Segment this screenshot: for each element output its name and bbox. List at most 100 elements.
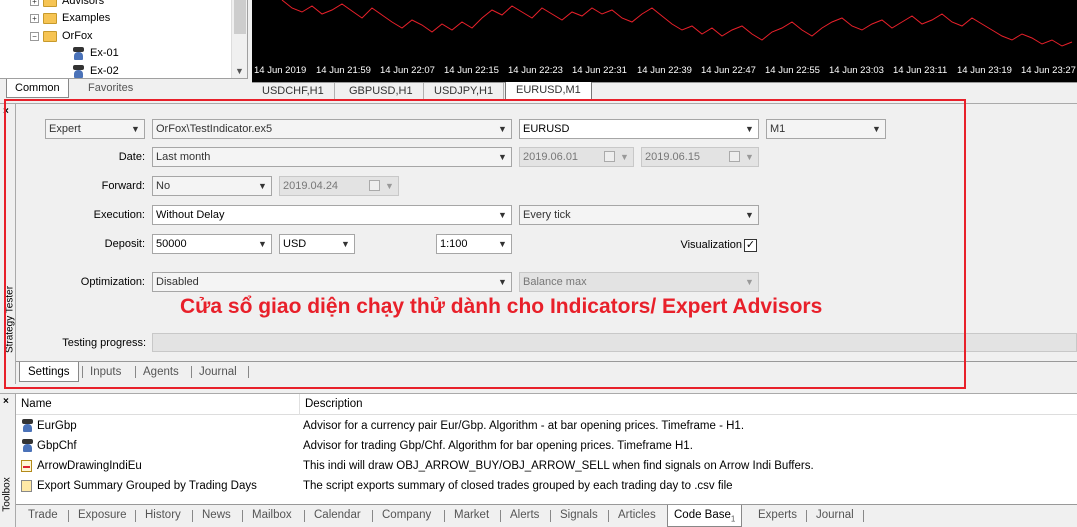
calendar-icon bbox=[729, 151, 740, 162]
expert-advisor-icon bbox=[21, 419, 34, 433]
tab-inputs[interactable]: Inputs bbox=[82, 362, 129, 382]
tab-calendar[interactable]: Calendar bbox=[308, 505, 367, 527]
navigator-scrollbar[interactable]: ▼ bbox=[231, 0, 247, 78]
tab-news[interactable]: News bbox=[196, 505, 237, 527]
row-name: Export Summary Grouped by Trading Days bbox=[37, 480, 257, 492]
tree-item-advisors[interactable]: + Advisors bbox=[30, 0, 104, 9]
tab-trade[interactable]: Trade bbox=[22, 505, 64, 527]
symbol-select[interactable]: EURUSD ▼ bbox=[519, 119, 759, 139]
chart-tab-gbpusd[interactable]: GBPUSD,H1 bbox=[339, 83, 424, 100]
visualization-checkbox[interactable]: ✓ bbox=[744, 239, 757, 252]
date-value: 2019.04.24 bbox=[283, 180, 339, 192]
table-row[interactable]: Export Summary Grouped by Trading Days T… bbox=[16, 476, 1077, 496]
panel-title: Toolbox bbox=[1, 477, 13, 512]
close-icon[interactable]: × bbox=[3, 106, 9, 117]
testing-progress-bar bbox=[152, 333, 1077, 352]
optimization-criterion-select[interactable]: Balance max ▼ bbox=[519, 272, 759, 292]
tab-count-badge: 1 bbox=[730, 514, 736, 524]
tab-exposure[interactable]: Exposure bbox=[72, 505, 133, 527]
column-header-description[interactable]: Description bbox=[300, 394, 363, 415]
tab-agents[interactable]: Agents bbox=[135, 362, 187, 382]
select-value: M1 bbox=[770, 123, 786, 135]
chart-tab-eurusd[interactable]: EURUSD,M1 bbox=[505, 82, 592, 101]
table-row[interactable]: ArrowDrawingIndiEu This indi will draw O… bbox=[16, 456, 1077, 476]
date-value: 2019.06.15 bbox=[645, 151, 701, 163]
terminal-window: + Advisors + Examples − OrFox Ex-01 Ex-0… bbox=[0, 0, 1077, 527]
row-description: This indi will draw OBJ_ARROW_BUY/OBJ_AR… bbox=[303, 460, 814, 472]
tab-alerts[interactable]: Alerts bbox=[504, 505, 545, 527]
expand-icon[interactable]: + bbox=[30, 13, 39, 23]
time-label: 14 Jun 22:47 bbox=[701, 65, 756, 76]
code-base-table-header: Name Description bbox=[16, 394, 1077, 415]
collapse-icon[interactable]: − bbox=[30, 31, 39, 41]
tab-market[interactable]: Market bbox=[448, 505, 495, 527]
tab-experts[interactable]: Experts bbox=[752, 505, 803, 527]
tab-company[interactable]: Company bbox=[376, 505, 437, 527]
time-label: 14 Jun 22:55 bbox=[765, 65, 820, 76]
price-chart[interactable]: 14 Jun 2019 14 Jun 21:59 14 Jun 22:07 14… bbox=[252, 0, 1077, 82]
time-label: 14 Jun 23:19 bbox=[957, 65, 1012, 76]
tab-settings[interactable]: Settings bbox=[19, 362, 79, 382]
tree-item-ex-01[interactable]: Ex-01 bbox=[72, 45, 119, 61]
tab-signals[interactable]: Signals bbox=[554, 505, 604, 527]
expand-icon[interactable]: + bbox=[30, 0, 39, 6]
tree-item-examples[interactable]: + Examples bbox=[30, 10, 110, 26]
tab-mailbox[interactable]: Mailbox bbox=[246, 505, 298, 527]
close-icon[interactable]: × bbox=[3, 396, 9, 407]
time-label: 14 Jun 23:11 bbox=[893, 65, 948, 76]
scrollbar-thumb[interactable] bbox=[234, 0, 246, 34]
price-line bbox=[281, 0, 1073, 47]
tab-separator bbox=[550, 510, 551, 522]
tab-favorites[interactable]: Favorites bbox=[80, 79, 141, 98]
date-from-field[interactable]: 2019.06.01 ▼ bbox=[519, 147, 634, 167]
execution-select[interactable]: Without Delay ▼ bbox=[152, 205, 512, 225]
row-name: GbpChf bbox=[37, 440, 77, 452]
tab-label: Code Base bbox=[674, 509, 731, 521]
chart-tab-usdjpy[interactable]: USDJPY,H1 bbox=[424, 83, 505, 100]
input-value: 50000 bbox=[156, 238, 187, 250]
row-name: EurGbp bbox=[37, 420, 77, 432]
tab-separator bbox=[372, 510, 373, 522]
time-label: 14 Jun 22:15 bbox=[444, 65, 499, 76]
chevron-down-icon: ▼ bbox=[745, 124, 754, 134]
tree-item-ex-02[interactable]: Ex-02 bbox=[72, 63, 119, 79]
forward-select[interactable]: No ▼ bbox=[152, 176, 272, 196]
forward-date-field[interactable]: 2019.04.24 ▼ bbox=[279, 176, 399, 196]
date-label: Date: bbox=[118, 151, 145, 163]
model-select[interactable]: Every tick ▼ bbox=[519, 205, 759, 225]
strategy-tester-sidebar: × Strategy Tester bbox=[0, 104, 16, 384]
table-row[interactable]: GbpChf Advisor for trading Gbp/Chf. Algo… bbox=[16, 436, 1077, 456]
visualization-label: Visualization bbox=[680, 239, 742, 251]
tab-articles[interactable]: Articles bbox=[612, 505, 662, 527]
select-value: Balance max bbox=[523, 276, 587, 288]
tab-journal[interactable]: Journal bbox=[810, 505, 860, 527]
tree-item-label: Ex-01 bbox=[90, 47, 119, 59]
chevron-down-icon: ▼ bbox=[498, 210, 507, 220]
tab-code-base[interactable]: Code Base1 bbox=[667, 505, 743, 527]
tab-common[interactable]: Common bbox=[6, 79, 69, 98]
annotation-caption: Cửa sổ giao diện chạy thử dành cho Indic… bbox=[180, 295, 823, 318]
date-to-field[interactable]: 2019.06.15 ▼ bbox=[641, 147, 759, 167]
currency-select[interactable]: USD ▼ bbox=[279, 234, 355, 254]
tab-journal[interactable]: Journal bbox=[191, 362, 245, 382]
date-select[interactable]: Last month ▼ bbox=[152, 147, 512, 167]
optimization-select[interactable]: Disabled ▼ bbox=[152, 272, 512, 292]
expert-advisor-icon bbox=[21, 439, 34, 453]
time-label: 14 Jun 23:27 bbox=[1021, 65, 1076, 76]
chart-tab-usdchf[interactable]: USDCHF,H1 bbox=[252, 83, 335, 100]
test-type-select[interactable]: Expert ▼ bbox=[45, 119, 145, 139]
leverage-select[interactable]: 1:100 ▼ bbox=[436, 234, 512, 254]
navigator-tabs: Common Favorites bbox=[0, 78, 248, 98]
chevron-down-icon: ▼ bbox=[872, 124, 881, 134]
expert-select[interactable]: OrFox\TestIndicator.ex5 ▼ bbox=[152, 119, 512, 139]
tree-item-orfox[interactable]: − OrFox bbox=[30, 28, 93, 44]
select-value: Expert bbox=[49, 123, 81, 135]
column-header-name[interactable]: Name bbox=[16, 394, 300, 415]
tab-history[interactable]: History bbox=[139, 505, 187, 527]
table-row[interactable]: EurGbp Advisor for a currency pair Eur/G… bbox=[16, 416, 1077, 436]
tree-item-label: Advisors bbox=[62, 0, 105, 7]
tab-separator bbox=[304, 510, 305, 522]
scroll-down-icon[interactable]: ▼ bbox=[235, 66, 244, 76]
period-select[interactable]: M1 ▼ bbox=[766, 119, 886, 139]
deposit-input[interactable]: 50000 ▼ bbox=[152, 234, 272, 254]
